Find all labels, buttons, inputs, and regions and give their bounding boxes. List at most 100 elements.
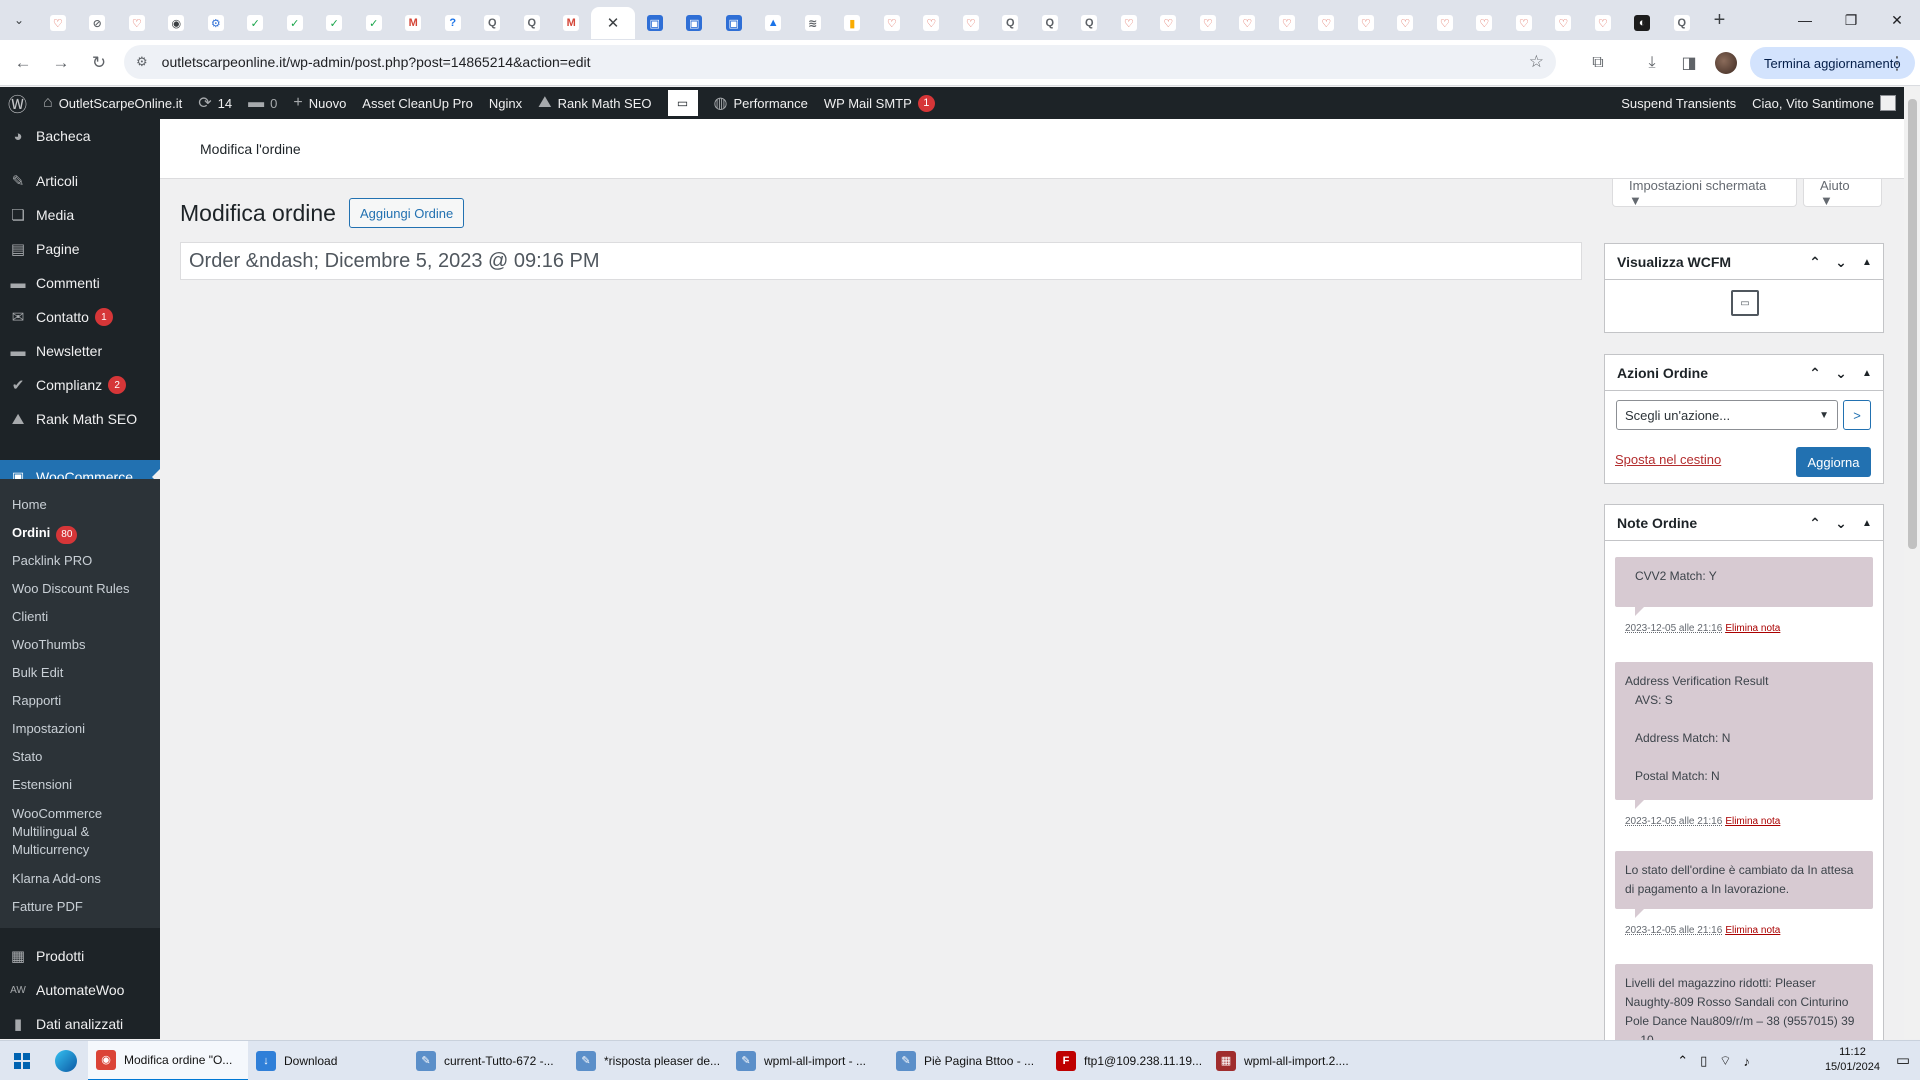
browser-tab[interactable]: ♡ [1228,7,1268,39]
browser-tab[interactable]: ♡ [1307,7,1347,39]
move-down-icon[interactable]: ⌄ [1833,515,1849,532]
comments-menu[interactable]: ▬ 0 [240,87,285,119]
sidebar-item-rank-math-seo[interactable]: ⛰ Rank Math SEO [0,402,160,436]
taskbar-item[interactable]: ◉ Modifica ordine "O... [88,1040,248,1080]
start-button[interactable] [0,1041,44,1080]
browser-tab[interactable]: ▲ [754,7,794,39]
performance-menu[interactable]: ◍ Performance [706,87,816,119]
tray-icon[interactable]: ▯ [1700,1053,1707,1069]
browser-tab[interactable]: ⚙ [196,7,236,39]
order-actions-header[interactable]: Azioni Ordine ⌃ ⌄ ▲ [1605,355,1883,391]
submenu-item[interactable]: WooThumbs [12,636,152,654]
screen-options-button[interactable]: Impostazioni schermata ▼ [1612,178,1797,208]
sidebar-item-commenti[interactable]: ▬ Commenti [0,266,160,300]
back-button[interactable]: ← [6,46,40,80]
order-title-field[interactable]: Order &ndash; Dicembre 5, 2023 @ 09:16 P… [180,242,1582,280]
close-window-icon[interactable]: ✕ [1874,0,1920,40]
sidebar-item-bacheca[interactable]: ◕ Bacheca [0,119,160,153]
wcfm-box-header[interactable]: Visualizza WCFM ⌃ ⌄ ▲ [1605,244,1883,280]
tray-icon[interactable]: ⌃ [1677,1053,1688,1069]
sidebar-item-prodotti[interactable]: ▦ Prodotti [0,939,160,973]
browser-tab[interactable]: ♡ [1267,7,1307,39]
update-order-button[interactable]: Aggiorna [1796,447,1871,477]
browser-tab[interactable]: ◐ [1623,7,1663,39]
new-content-menu[interactable]: + Nuovo [285,87,354,119]
sidebar-item-complianz[interactable]: ✔ Complianz 2 [0,368,160,402]
taskbar-item[interactable]: ▦ wpml-all-import.2.... [1208,1041,1368,1080]
profile-avatar[interactable] [1709,46,1743,80]
address-bar[interactable]: ⚙ outletscarpeonline.it/wp-admin/post.ph… [124,45,1556,79]
submenu-item[interactable]: Fatture PDF [12,898,152,916]
taskbar-item[interactable]: ✎ *risposta pleaser de... [568,1041,728,1080]
browser-tab[interactable]: M [394,7,434,39]
browser-tab[interactable]: ♡ [1346,7,1386,39]
site-name-menu[interactable]: ⌂ OutletScarpeOnline.it [35,87,190,119]
side-panel-icon[interactable]: ◨ [1672,46,1706,80]
move-up-icon[interactable]: ⌃ [1807,515,1823,532]
browser-tab[interactable]: ♡ [38,7,78,39]
active-tab[interactable]: ✕ [591,7,635,39]
browser-tab[interactable]: ♡ [1465,7,1505,39]
submenu-item[interactable]: Bulk Edit [12,664,152,682]
updates-menu[interactable]: ⟳ 14 [190,87,240,119]
browser-tab[interactable]: ✓ [275,7,315,39]
collapse-icon[interactable]: ▲ [1859,368,1875,379]
delete-note-link[interactable]: Elimina nota [1725,925,1780,936]
submenu-item[interactable]: Woo Discount Rules [12,580,152,598]
add-order-button[interactable]: Aggiungi Ordine [349,198,465,228]
sidebar-item-pagine[interactable]: ▤ Pagine [0,232,160,266]
submenu-item[interactable]: Impostazioni [12,720,152,738]
browser-tab[interactable]: ♡ [1583,7,1623,39]
move-up-icon[interactable]: ⌃ [1807,254,1823,271]
browser-tab[interactable]: Q [512,7,552,39]
close-icon[interactable]: ✕ [605,15,621,32]
site-info-icon[interactable]: ⚙ [136,54,148,70]
sidebar-item-contatto[interactable]: ✉ Contatto 1 [0,300,160,334]
submenu-item[interactable]: Home [12,496,152,514]
browser-tab[interactable]: ♡ [912,7,952,39]
submenu-item[interactable]: Klarna Add-ons [12,870,152,888]
browser-tab[interactable]: ▣ [714,7,754,39]
browser-tab[interactable]: ▮ [833,7,873,39]
browser-tab[interactable]: Q [1070,7,1110,39]
delete-note-link[interactable]: Elimina nota [1725,623,1780,634]
rank-math-menu[interactable]: ⛰ Rank Math SEO [530,87,659,119]
browser-tab[interactable]: Q [473,7,513,39]
browser-tab[interactable]: ♡ [1188,7,1228,39]
scrollbar-thumb[interactable] [1908,99,1917,549]
suspend-transients-menu[interactable]: Suspend Transients [1613,87,1744,119]
wp-logo-menu[interactable]: Ⓦ [0,87,35,119]
new-tab-button[interactable]: + [1702,0,1738,40]
wp-mail-smtp-menu[interactable]: WP Mail SMTP 1 [816,87,943,119]
browser-tab[interactable]: ♡ [872,7,912,39]
submenu-item[interactable]: WooCommerce Multilingual & Multicurrency [12,805,152,859]
sidebar-item-dati-analizzati[interactable]: ▮ Dati analizzati [0,1007,160,1039]
browser-tab[interactable]: ▣ [675,7,715,39]
browser-tab[interactable]: ✓ [354,7,394,39]
tab-search-icon[interactable]: ⌄ [0,0,38,40]
browser-tab[interactable]: ▣ [635,7,675,39]
apply-action-button[interactable]: > [1843,400,1871,430]
taskbar-item[interactable]: ✎ current-Tutto-672 -... [408,1041,568,1080]
submenu-item[interactable]: Stato [12,748,152,766]
restore-icon[interactable]: ❐ [1828,0,1874,40]
menu-icon[interactable]: ⋮ [1880,46,1914,80]
taskbar-item[interactable]: ✎ Piè Pagina Bttoo - ... [888,1041,1048,1080]
taskbar-item[interactable]: Fftp1@109.238.11.19... [1048,1041,1208,1080]
browser-tab[interactable]: Q [991,7,1031,39]
browser-tab[interactable]: ♡ [1544,7,1584,39]
browser-tab[interactable]: ♡ [1504,7,1544,39]
move-down-icon[interactable]: ⌄ [1833,365,1849,382]
minimize-icon[interactable]: — [1782,0,1828,40]
nginx-menu[interactable]: Nginx [481,87,530,119]
delete-note-link[interactable]: Elimina nota [1725,816,1780,827]
browser-tab[interactable]: Q [1662,7,1702,39]
download-icon[interactable]: ⤓ [1635,46,1669,80]
my-account-menu[interactable]: Ciao, Vito Santimone [1744,87,1904,119]
collapse-icon[interactable]: ▲ [1859,518,1875,529]
submenu-item[interactable]: Estensioni [12,776,152,794]
browser-tab[interactable]: ♡ [1386,7,1426,39]
url-text[interactable]: outletscarpeonline.it/wp-admin/post.php?… [162,54,591,70]
reload-button[interactable]: ↻ [82,46,116,80]
page-scrollbar[interactable] [1904,87,1920,1039]
